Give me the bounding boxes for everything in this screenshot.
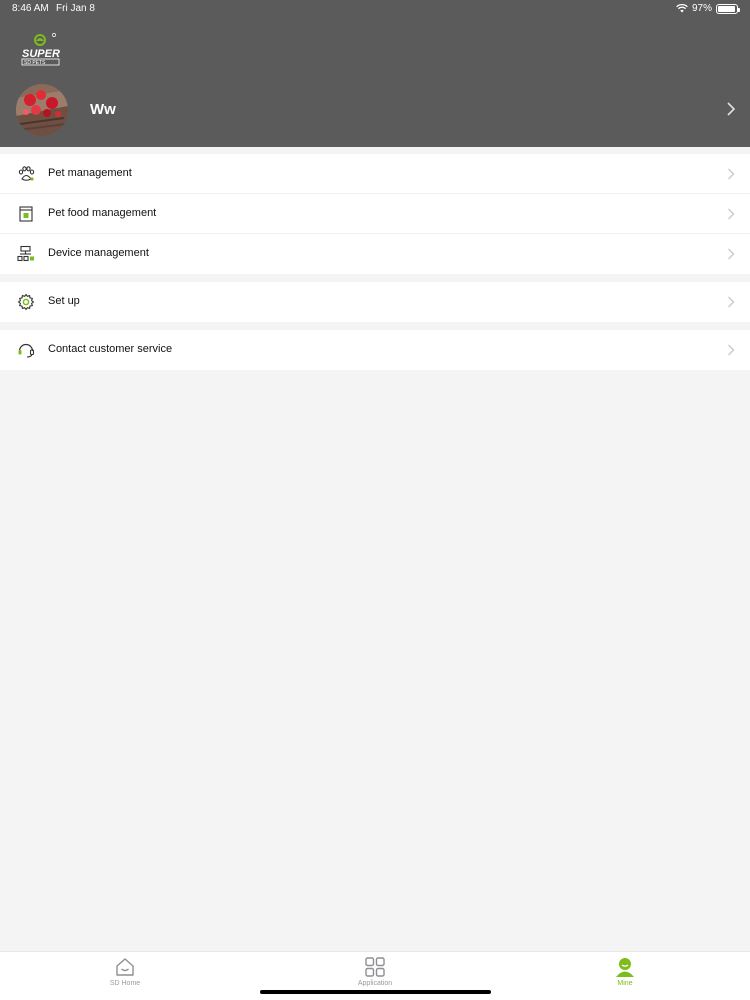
wifi-icon xyxy=(676,4,688,13)
chevron-right-icon[interactable] xyxy=(726,102,736,116)
menu-item-device-management[interactable]: Device management xyxy=(0,234,750,274)
status-indicators: 97% xyxy=(676,3,740,14)
username: Ww xyxy=(90,101,116,118)
chevron-right-icon xyxy=(728,248,735,260)
menu-group-support: Contact customer service xyxy=(0,330,750,370)
menu-item-pet-management[interactable]: Pet management xyxy=(0,154,750,194)
chevron-right-icon xyxy=(728,208,735,220)
avatar-photo xyxy=(16,84,68,136)
menu-group-management: Pet management Pet food management Devic… xyxy=(0,154,750,274)
tab-application[interactable]: Application xyxy=(335,956,415,987)
menu-item-label: Set up xyxy=(48,295,80,307)
chevron-right-icon xyxy=(728,168,735,180)
tab-label: Application xyxy=(357,980,393,987)
menu-group-settings: Set up xyxy=(0,282,750,322)
status-time: 8:46 AM xyxy=(12,3,49,14)
tab-label: Mine xyxy=(617,980,633,987)
battery-level xyxy=(718,5,736,12)
chevron-right-icon xyxy=(728,296,735,308)
menu-item-label: Pet management xyxy=(48,167,132,179)
logo-text-super: SUPER xyxy=(22,48,60,60)
menu-item-label: Contact customer service xyxy=(48,343,173,355)
menu-item-set-up[interactable]: Set up xyxy=(0,282,750,322)
battery-percent: 97% xyxy=(691,3,712,14)
grid-icon xyxy=(365,957,385,977)
battery-icon xyxy=(716,3,740,14)
headset-icon xyxy=(18,343,35,358)
device-network-icon xyxy=(17,245,34,262)
profile-row[interactable]: Ww xyxy=(0,82,750,138)
tab-mine[interactable]: Mine xyxy=(585,956,665,987)
home-icon xyxy=(116,958,134,976)
super-sd-pets-logo: SUPER SD PETS xyxy=(21,33,60,66)
menu-item-label: Pet food management xyxy=(48,207,157,219)
gear-icon xyxy=(17,293,35,311)
tab-label: SD Home xyxy=(109,980,141,987)
chevron-right-icon xyxy=(728,344,735,356)
status-bar: 8:46 AM Fri Jan 8 97% xyxy=(0,0,750,18)
profile-header: 8:46 AM Fri Jan 8 97% SUPER SD PETS Ww xyxy=(0,0,750,147)
tab-sd-home[interactable]: SD Home xyxy=(85,956,165,987)
food-bin-icon xyxy=(19,206,33,222)
home-indicator xyxy=(260,990,491,994)
menu-item-label: Device management xyxy=(48,247,149,259)
person-icon xyxy=(616,958,634,977)
status-date: Fri Jan 8 xyxy=(56,3,95,14)
menu-item-contact-customer-service[interactable]: Contact customer service xyxy=(0,330,750,370)
logo-text-sdpets: SD PETS xyxy=(24,60,46,66)
menu-item-pet-food-management[interactable]: Pet food management xyxy=(0,194,750,234)
avatar[interactable] xyxy=(16,84,68,136)
paw-icon xyxy=(18,166,35,181)
